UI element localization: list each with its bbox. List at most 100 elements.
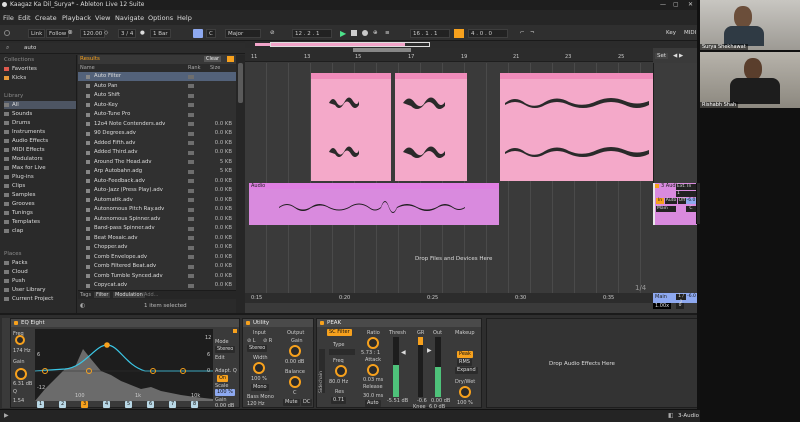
monitor-off-button[interactable]: Off bbox=[678, 198, 686, 204]
sc-freq-knob[interactable] bbox=[335, 365, 347, 377]
result-item[interactable]: Auto-Jazz (Press Play).adv 0.0 KB bbox=[78, 186, 236, 195]
sidebar-item-packs[interactable]: Packs bbox=[4, 259, 76, 267]
threshold-meter[interactable] bbox=[393, 337, 399, 397]
sidebar-item-clap[interactable]: clap bbox=[4, 227, 76, 235]
eq-mode-select[interactable]: Stereo bbox=[215, 346, 236, 353]
sidebar-item-templates[interactable]: Templates bbox=[4, 218, 76, 226]
result-item[interactable]: Beat Mosaic.adv 0.0 KB bbox=[78, 234, 236, 243]
menu-help[interactable]: Help bbox=[177, 14, 192, 22]
utility-channel-mode[interactable]: Stereo bbox=[247, 345, 268, 352]
device-rack-handle[interactable] bbox=[2, 318, 10, 408]
utility-invert-left[interactable]: ⊘ L bbox=[247, 338, 256, 344]
tap-tempo-icon[interactable]: ⦾ bbox=[68, 29, 72, 38]
arrangement-record-icon[interactable]: ⊘ bbox=[270, 29, 275, 38]
result-item[interactable]: Added Third.adv 0.0 KB bbox=[78, 148, 236, 157]
result-item[interactable]: Band-pass Spinner.adv 0.0 KB bbox=[78, 224, 236, 233]
menu-create[interactable]: Create bbox=[35, 14, 57, 22]
sidebar-item-kicks[interactable]: Kicks bbox=[4, 74, 76, 82]
play-button[interactable]: ▶ bbox=[340, 29, 346, 38]
attack-value[interactable]: 0.03 ms bbox=[363, 377, 383, 383]
sidebar-item-max-for-live[interactable]: Max for Live bbox=[4, 164, 76, 172]
main-ratio[interactable]: 1 / 2 bbox=[676, 294, 686, 305]
tag-modulation[interactable]: Modulation bbox=[113, 292, 145, 298]
result-item[interactable]: 90 Degrees.adv 0.0 KB bbox=[78, 129, 236, 138]
locator-nav-icon[interactable]: ◀ ▶ bbox=[673, 53, 683, 59]
result-item[interactable]: Auto Pan bbox=[78, 82, 236, 91]
utility-gain-value[interactable]: 0.00 dB bbox=[285, 359, 304, 365]
column-name[interactable]: Name bbox=[80, 65, 95, 71]
input-channel-select[interactable]: 1 bbox=[676, 191, 696, 197]
eq-band-3[interactable]: 3 bbox=[81, 401, 89, 408]
result-item[interactable]: Chopper.adv 0.0 KB bbox=[78, 243, 236, 252]
compressor-activator-button[interactable] bbox=[320, 321, 324, 325]
browser-scroll-thumb[interactable] bbox=[238, 63, 243, 103]
column-size[interactable]: Size bbox=[210, 65, 220, 71]
utility-bass-mono-button[interactable]: Bass Mono bbox=[247, 394, 274, 400]
output-slider-icon[interactable]: ▶ bbox=[427, 347, 432, 354]
attack-knob[interactable] bbox=[367, 364, 379, 376]
menu-options[interactable]: Options bbox=[148, 14, 173, 22]
sidebar-item-samples[interactable]: Samples bbox=[4, 191, 76, 199]
midi-map-button[interactable]: MIDI bbox=[684, 29, 696, 38]
utility-balance-knob[interactable] bbox=[289, 376, 301, 388]
utility-gain-knob[interactable] bbox=[289, 345, 301, 357]
monitor-in-button[interactable]: In bbox=[656, 198, 664, 204]
result-item[interactable]: Added Fifth.adv 0.0 KB bbox=[78, 139, 236, 148]
release-auto-button[interactable]: Auto bbox=[365, 400, 381, 407]
track-volume[interactable]: -6.0 bbox=[686, 198, 696, 204]
key-map-button[interactable]: Key bbox=[666, 29, 676, 38]
utility-mute-button[interactable]: Mute bbox=[283, 399, 300, 406]
menu-navigate[interactable]: Navigate bbox=[115, 14, 144, 22]
result-item[interactable]: Comb Envelope.adv 0.0 KB bbox=[78, 253, 236, 262]
eq-adapt-toggle[interactable]: On bbox=[217, 375, 229, 382]
quantize-select[interactable]: 1 Bar bbox=[150, 29, 171, 38]
drywet-knob[interactable] bbox=[459, 386, 471, 398]
record-button[interactable] bbox=[362, 30, 368, 36]
output-meter[interactable] bbox=[435, 337, 441, 397]
threshold-slider-icon[interactable]: ◀ bbox=[401, 349, 406, 356]
stop-button[interactable] bbox=[351, 30, 357, 36]
result-item[interactable]: Auto-Feedback.adv 0.0 KB bbox=[78, 177, 236, 186]
browser-search-input[interactable]: auto bbox=[24, 45, 36, 51]
column-rank[interactable]: Rank bbox=[188, 65, 201, 71]
result-item[interactable]: Arp Autobahn.adg 5 KB bbox=[78, 167, 236, 176]
sidebar-item-audio-effects[interactable]: Audio Effects bbox=[4, 137, 76, 145]
audio-effects-drop-zone[interactable]: Drop Audio Effects Here bbox=[486, 318, 698, 408]
main-volume[interactable]: -6.0 bbox=[687, 294, 696, 300]
sc-type-select[interactable] bbox=[329, 349, 355, 355]
utility-activator-button[interactable] bbox=[246, 321, 250, 325]
eq-options-icon[interactable] bbox=[233, 329, 237, 333]
clear-button[interactable]: Clear bbox=[204, 56, 222, 62]
scale-select[interactable]: Major bbox=[225, 29, 261, 38]
arrangement-overview[interactable] bbox=[245, 41, 700, 48]
result-item[interactable]: Copycat.adv 0.0 KB bbox=[78, 281, 236, 290]
follow-button[interactable]: Follow bbox=[46, 29, 70, 38]
punch-in-icon[interactable]: ⌐ bbox=[520, 29, 525, 38]
menu-edit[interactable]: Edit bbox=[18, 14, 31, 22]
loop-length[interactable]: 4 . 0 . 0 bbox=[468, 29, 508, 38]
tag-filter[interactable]: Filter bbox=[94, 292, 111, 298]
utility-width-knob[interactable] bbox=[253, 362, 265, 374]
set-locator-button[interactable]: Set bbox=[655, 53, 669, 59]
track-1-header[interactable] bbox=[653, 63, 700, 183]
tag-add[interactable]: Add... bbox=[144, 292, 158, 298]
monitor-auto-button[interactable]: Auto bbox=[665, 198, 677, 204]
loop-toggle-button[interactable] bbox=[454, 29, 464, 38]
key-root-select[interactable]: C bbox=[206, 29, 216, 38]
utility-balance-value[interactable]: C bbox=[293, 390, 297, 396]
tempo-field[interactable]: 120.00 bbox=[80, 29, 106, 38]
sidebar-item-plugins[interactable]: Plug-ins bbox=[4, 173, 76, 181]
audio-from-select[interactable]: Ext. In bbox=[676, 184, 696, 190]
sidebar-item-sounds[interactable]: Sounds bbox=[4, 110, 76, 118]
sc-res-value[interactable]: 0.71 bbox=[331, 397, 347, 404]
sidebar-item-grooves[interactable]: Grooves bbox=[4, 200, 76, 208]
result-item[interactable]: Around The Head.adv 5 KB bbox=[78, 158, 236, 167]
sc-freq-value[interactable]: 80.0 Hz bbox=[329, 379, 348, 385]
eq-scale-value[interactable]: 100 % bbox=[215, 389, 235, 396]
audio-to-select[interactable]: Main bbox=[656, 206, 676, 212]
ratio-knob[interactable] bbox=[367, 337, 379, 349]
utility-dc-button[interactable]: DC bbox=[301, 399, 313, 406]
utility-header[interactable]: Utility bbox=[243, 319, 313, 327]
cpu-zoom[interactable]: 1.00x bbox=[653, 303, 672, 309]
eq-edit-button[interactable]: Edit bbox=[215, 355, 225, 361]
